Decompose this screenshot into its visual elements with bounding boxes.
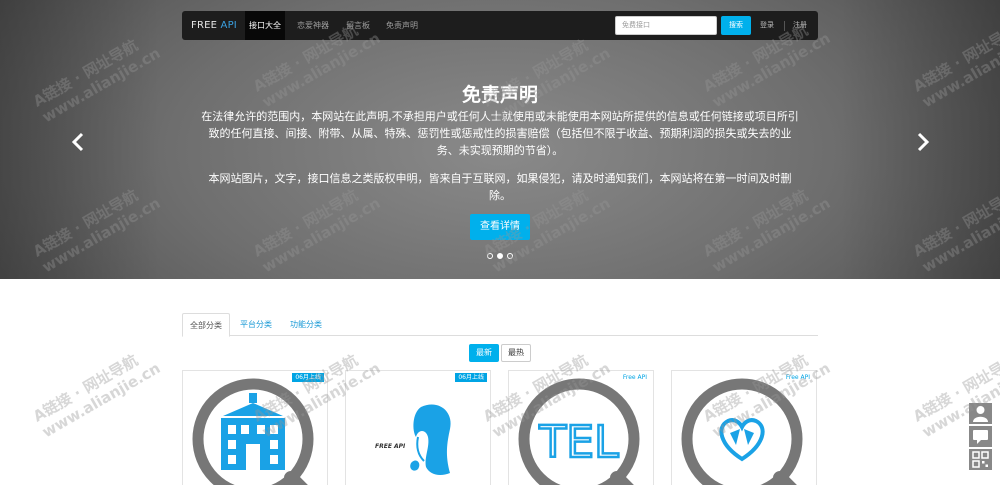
side-tool-chat[interactable] [969, 426, 992, 447]
hero-paragraph-disclaimer: 在法律允许的范围内，本网站在此声明,不承担用户或任何人士就使用或未能使用本网站所… [201, 110, 799, 157]
category-tabs: 全部分类 平台分类 功能分类 [182, 313, 818, 337]
free-api-badge: Free API [785, 374, 810, 381]
hero-paragraph-copyright: 本网站图片，文字，接口信息之类版权申明，皆来自于互联网，如果侵犯，请及时通知我们… [208, 172, 792, 202]
search-input[interactable]: 免费接口 [615, 16, 717, 35]
tel-icon: TEL [518, 378, 640, 485]
nav-divider [784, 21, 785, 31]
qrcode-icon [972, 451, 989, 468]
chevron-right-icon[interactable] [915, 130, 931, 154]
nav-item-api-list[interactable]: 接口大全 [245, 11, 285, 40]
woman-portrait-icon: FREE API [375, 404, 451, 475]
tab-function-categories[interactable]: 功能分类 [282, 313, 330, 336]
carousel-indicator-1[interactable] [487, 253, 493, 259]
online-date-badge: 06月上线 [292, 373, 324, 382]
nav-item-disclaimer[interactable]: 免责声明 [382, 11, 422, 40]
chevron-left-icon[interactable] [70, 130, 86, 154]
chat-icon [973, 430, 988, 444]
page: 免责声明 在法律允许的范围内，本网站在此声明,不承担用户或任何人士就使用或未能使… [0, 0, 1000, 485]
tab-all-categories[interactable]: 全部分类 [182, 313, 230, 337]
tab-platform-categories[interactable]: 平台分类 [234, 313, 278, 336]
watermark-line2: www.alianjie.cn [39, 358, 164, 442]
hero-carousel: 免责声明 在法律允许的范围内，本网站在此声明,不承担用户或任何人士就使用或未能使… [0, 0, 1000, 279]
filter-hottest-button[interactable]: 最热 [501, 344, 531, 362]
watermark: A链接 · 网址导航www.alianjie.cn [30, 343, 163, 441]
user-icon [973, 406, 988, 422]
school-building-icon [192, 378, 314, 485]
hearts-logo-icon [681, 378, 803, 485]
free-api-badge: Free API [622, 374, 647, 381]
top-navbar: FREE API 接口大全 恋爱神器 留言板 免责声明 免费接口 搜索 登录 注… [182, 11, 818, 40]
art-caption: TEL [538, 417, 619, 468]
login-link[interactable]: 登录 [760, 11, 774, 40]
carousel-indicators [487, 253, 513, 260]
api-card[interactable]: Free API [671, 370, 817, 485]
art-caption: FREE API [375, 443, 406, 450]
carousel-indicator-3[interactable] [507, 253, 513, 259]
hero-title: 免责声明 [461, 84, 538, 106]
brand-prefix: FREE [191, 20, 218, 31]
api-card[interactable]: TEL Free API [508, 370, 654, 485]
watermark-line1: A链接 · 网址导航 [30, 351, 141, 426]
search-button[interactable]: 搜索 [721, 16, 751, 35]
carousel-indicator-2[interactable] [497, 253, 503, 259]
side-tool-user[interactable] [969, 403, 992, 424]
nav-item-message-board[interactable]: 留言板 [341, 11, 375, 40]
brand-suffix: API [220, 20, 237, 31]
api-card[interactable]: FREE API 06月上线 [345, 370, 491, 485]
nav-item-love-tool[interactable]: 恋爱神器 [293, 11, 333, 40]
filter-newest-button[interactable]: 最新 [469, 344, 499, 362]
view-details-button[interactable]: 查看详情 [470, 214, 530, 240]
api-card[interactable]: 06月上线 [182, 370, 328, 485]
register-link[interactable]: 注册 [793, 11, 807, 40]
brand-logo[interactable]: FREE API [191, 11, 237, 40]
side-tool-qrcode[interactable] [969, 449, 992, 470]
online-date-badge: 06月上线 [455, 373, 487, 382]
